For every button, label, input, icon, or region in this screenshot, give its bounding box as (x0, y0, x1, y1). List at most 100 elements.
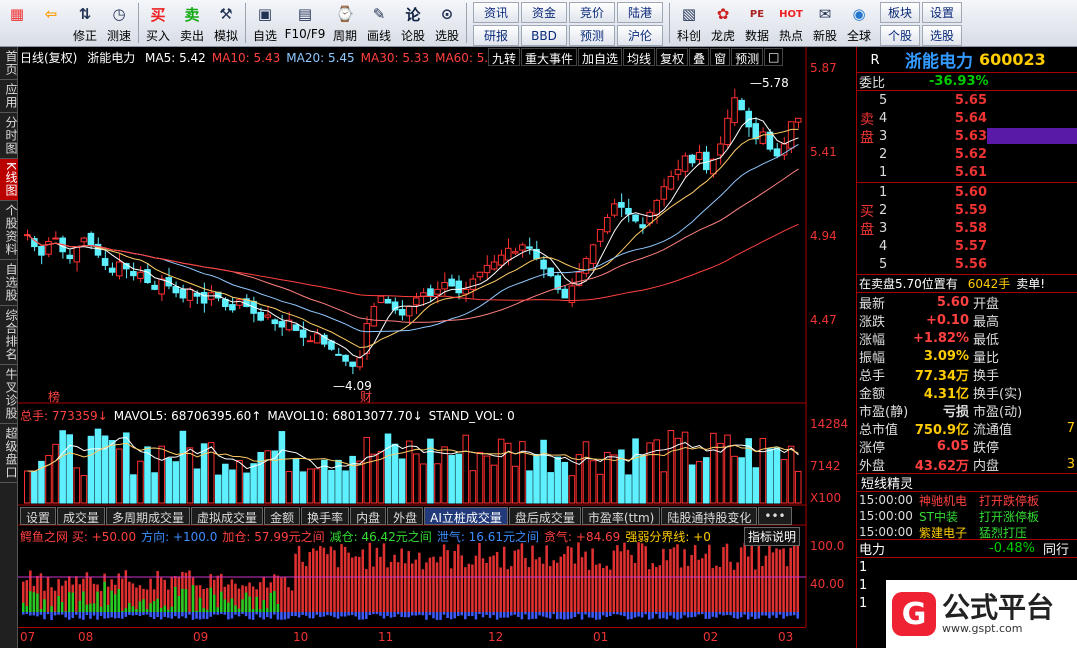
toolbar-button-back-arrow-icon[interactable]: ⇦ (34, 0, 68, 46)
candle (264, 305, 272, 320)
toolbar-button-模拟[interactable]: ⚒ 模拟 (209, 0, 243, 46)
short-row[interactable]: 15:00:00 紫建电子 猛烈打压 (857, 524, 1077, 540)
indicator-bar-blue (82, 612, 85, 620)
kline-menu-item[interactable]: 加自选 (578, 48, 623, 66)
left-tab-2[interactable]: 分时图 (0, 113, 18, 159)
kline-menu-item[interactable]: 窗 (710, 48, 731, 66)
toolbar-small-竞价[interactable]: 竞价 (569, 2, 615, 23)
chart-area[interactable]: —5.78 —4.09 榜财 日线(复权) 浙能电力 MA5: 5.42 MA10: … (18, 47, 856, 648)
toolbar-small-沪伦[interactable]: 沪伦 (617, 25, 663, 46)
kline-menu-item[interactable]: 均线 (623, 48, 656, 66)
left-tab-1[interactable]: 应用 (0, 80, 18, 113)
indicator-bar-blue (467, 612, 471, 617)
toolbar-small-个股[interactable]: 个股 (880, 25, 920, 46)
book-row[interactable]: 3 5.58 (857, 219, 1077, 237)
toolbar-small-板块[interactable]: 板块 (880, 2, 920, 23)
short-row[interactable]: 15:00:00 ST中装 打开涨停板 (857, 508, 1077, 524)
left-tab-5[interactable]: 自选股 (0, 260, 18, 306)
indicator-tab[interactable]: 外盘 (387, 507, 424, 525)
toolbar-small-研报[interactable]: 研报 (473, 25, 519, 46)
book-row[interactable]: 2 5.62 (857, 145, 1077, 163)
indicator-tab[interactable]: 市盈率(ttm) (581, 507, 661, 525)
indicator-tab[interactable]: AI立桩成交量 (424, 507, 508, 525)
indicator-help-button[interactable]: 指标说明 (744, 527, 801, 546)
indicator-tab[interactable]: 多周期成交量 (106, 507, 191, 525)
volume-bar (158, 445, 165, 504)
left-tab-6[interactable]: 综合排名 (0, 306, 18, 365)
indicator-tab[interactable]: 金额 (264, 507, 301, 525)
toolbar-button-龙虎[interactable]: ✿ 龙虎 (706, 0, 740, 46)
volume-bar (229, 469, 236, 504)
x-tick: 12 (488, 630, 504, 644)
short-row[interactable]: 15:00:00 神驰机电 打开跌停板 (857, 492, 1077, 508)
sector-stock-row[interactable]: 1 (857, 558, 1077, 576)
indicator-tab[interactable]: 内盘 (350, 507, 387, 525)
toolbar-small-BBD[interactable]: BBD (521, 25, 567, 46)
toolbar-button-选股[interactable]: ⊙ 选股 (430, 0, 464, 46)
hammer-icon: ⚒ (219, 5, 233, 23)
toolbar-button-测速[interactable]: ◷ 测速 (102, 0, 136, 46)
book-row[interactable]: 3 5.63 (857, 127, 1077, 145)
book-row[interactable]: 1 5.60 (857, 183, 1077, 201)
toolbar-button-修正[interactable]: ⇅ 修正 (68, 0, 102, 46)
kline-menu-item[interactable]: □ (764, 48, 784, 66)
toolbar-button-F10/F9[interactable]: ▤ F10/F9 (282, 0, 328, 46)
volume-value: MAVOL10: 68013077.70↓ (267, 409, 423, 423)
kline-menu-item[interactable]: 叠 (689, 48, 710, 66)
indicator-bar (517, 549, 520, 612)
short-title[interactable]: 短线精灵 (857, 474, 1077, 492)
toolbar-button-grid-icon[interactable]: ▦ (0, 0, 34, 46)
indicator-tab[interactable]: 盘后成交量 (508, 507, 581, 525)
indicator-tab[interactable]: 成交量 (57, 507, 106, 525)
volume-bar (554, 456, 562, 504)
book-row[interactable]: 4 5.64 (857, 109, 1077, 127)
book-row[interactable]: 1 5.61 (857, 163, 1077, 181)
book-row[interactable]: 4 5.57 (857, 237, 1077, 255)
candle (702, 145, 710, 174)
stat-label-2: 最低 (973, 332, 1000, 348)
left-tab-3[interactable]: K线图 (0, 159, 18, 201)
toolbar-button-论股[interactable]: 论论股 (396, 0, 430, 46)
book-row[interactable]: 5 5.65 (857, 91, 1077, 109)
toolbar-small-设置[interactable]: 设置 (922, 2, 962, 23)
stat-label-2: 内盘 (973, 458, 1000, 474)
left-tab-7[interactable]: 牛叉诊股 (0, 365, 18, 424)
toolbar-small-资金[interactable]: 资金 (521, 2, 567, 23)
candle (299, 321, 307, 346)
peer-tab[interactable]: 同行 (1043, 539, 1069, 558)
toolbar-button-科创[interactable]: ▧ 科创 (672, 0, 706, 46)
toolbar-button-自选[interactable]: ▣ 自选 (248, 0, 282, 46)
book-row[interactable]: 5 5.56 (857, 255, 1077, 273)
chart-canvas[interactable]: —5.78—4.09榜财 (18, 47, 856, 648)
indicator-bar-green (227, 602, 230, 612)
toolbar-small-预测[interactable]: 预测 (569, 25, 615, 46)
toolbar-small-资讯[interactable]: 资讯 (473, 2, 519, 23)
toolbar-small-陆港[interactable]: 陆港 (617, 2, 663, 23)
indicator-tab[interactable]: 虚拟成交量 (191, 507, 264, 525)
toolbar-small-选股[interactable]: 选股 (922, 25, 962, 46)
indicator-tab[interactable]: 设置 (20, 507, 57, 525)
toolbar-button-买入[interactable]: 买买入 (141, 0, 175, 46)
kline-period[interactable]: 日线(复权) (20, 51, 77, 65)
kline-menu-item[interactable]: 预测 (731, 48, 764, 66)
book-price: 5.63 (954, 128, 987, 144)
toolbar-button-卖出[interactable]: 卖卖出 (175, 0, 209, 46)
toolbar-button-数据[interactable]: PE 数据 (740, 0, 774, 46)
toolbar-button-热点[interactable]: HOT 热点 (774, 0, 808, 46)
indicator-tab[interactable]: 陆股通持股变化 (661, 507, 758, 525)
toolbar-button-周期[interactable]: ⌚ 周期 (328, 0, 362, 46)
indicator-tab[interactable]: ••• (758, 507, 792, 525)
kline-menu-item[interactable]: 重大事件 (521, 48, 578, 66)
toolbar-button-画线[interactable]: ✎ 画线 (362, 0, 396, 46)
toolbar-button-全球[interactable]: ◉ 全球 (842, 0, 876, 46)
left-tab-8[interactable]: 超级盘口 (0, 424, 18, 483)
indicator-bar (697, 559, 700, 612)
toolbar-button-新股[interactable]: ✉ 新股 (808, 0, 842, 46)
kline-menu-item[interactable]: 九转 (488, 48, 521, 66)
indicator-tab[interactable]: 换手率 (301, 507, 350, 525)
indicator-bar-blue (89, 612, 92, 619)
book-row[interactable]: 2 5.59 (857, 201, 1077, 219)
left-tab-4[interactable]: 个股资料 (0, 201, 18, 260)
left-tab-0[interactable]: 首页 (0, 47, 18, 80)
kline-menu-item[interactable]: 复权 (656, 48, 689, 66)
